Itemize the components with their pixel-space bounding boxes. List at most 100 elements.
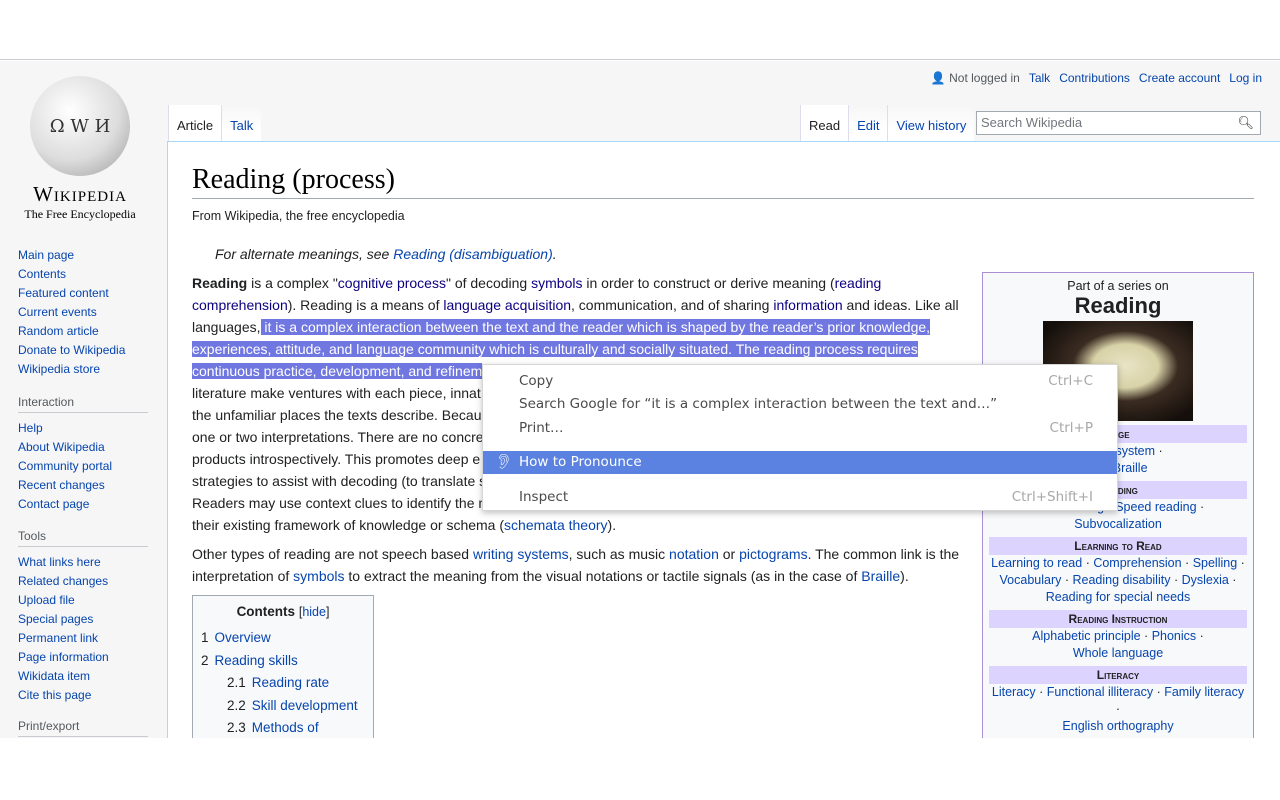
sidebar-item-community[interactable]: Community portal <box>18 459 112 473</box>
infobox-link[interactable]: Phonics <box>1152 629 1196 643</box>
tab-view-history[interactable]: View history <box>887 105 975 141</box>
link-pictograms[interactable]: pictograms <box>739 546 807 562</box>
text: in order to construct or derive meaning … <box>582 275 835 291</box>
sidebar-item-contact[interactable]: Contact page <box>18 497 89 511</box>
toc-title: Contents <box>236 604 296 619</box>
menu-item-inspect[interactable]: Inspect Ctrl+Shift+I <box>483 485 1117 509</box>
infobox-link[interactable]: Reading disability <box>1072 573 1170 587</box>
sidebar-interaction: Interaction Help About Wikipedia Communi… <box>18 395 148 514</box>
menu-label: Copy <box>519 372 554 389</box>
infobox-link[interactable]: Literacy <box>992 685 1036 699</box>
toc-number: 1 <box>201 630 209 645</box>
menu-shortcut: Ctrl+Shift+I <box>1011 488 1093 505</box>
hatnote-text: For alternate meanings, see <box>215 246 394 262</box>
sidebar-item-help[interactable]: Help <box>18 421 43 435</box>
infobox-link[interactable]: Alphabetic principle <box>1032 629 1140 643</box>
link-information[interactable]: information <box>773 297 842 313</box>
toc-item[interactable]: 2.3Methods of reading <box>201 717 365 738</box>
infobox-link[interactable]: Whole language <box>1073 646 1163 660</box>
menu-item-search-google[interactable]: Search Google for “it is a complex inter… <box>483 393 1117 417</box>
sidebar-item-upload[interactable]: Upload file <box>18 593 75 607</box>
toc-item[interactable]: 2.2 Skill development <box>201 695 365 718</box>
toc-link[interactable]: Skill development <box>252 698 358 713</box>
disambiguation-link[interactable]: Reading (disambiguation) <box>393 246 553 262</box>
create-account-link[interactable]: Create account <box>1139 71 1220 85</box>
text-line: one or two interpretations. There are no… <box>192 429 484 445</box>
toc-link[interactable]: Reading skills <box>215 653 298 668</box>
tab-edit[interactable]: Edit <box>848 105 888 141</box>
sidebar-navigation: Main page Contents Featured content Curr… <box>18 246 148 379</box>
sidebar-item-donate[interactable]: Donate to Wikipedia <box>18 343 125 357</box>
infobox-link[interactable]: Speed reading <box>1115 500 1196 514</box>
contributions-link[interactable]: Contributions <box>1059 71 1130 85</box>
sidebar-item-special-pages[interactable]: Special pages <box>18 612 93 626</box>
menu-item-copy[interactable]: Copy Ctrl+C <box>483 369 1117 393</box>
toc-link[interactable]: Overview <box>215 630 271 645</box>
menu-shortcut: Ctrl+C <box>1048 372 1093 389</box>
not-logged-in-text: Not logged in <box>949 71 1020 85</box>
search-icon[interactable]: 🔍︎ <box>1237 115 1254 131</box>
menu-label: How to Pronounce <box>519 454 642 471</box>
link-notation[interactable]: notation <box>669 546 719 562</box>
infobox-link[interactable]: Dyslexia <box>1182 573 1229 587</box>
infobox-link[interactable]: English orthography <box>1062 719 1173 733</box>
infobox-link[interactable]: Spelling <box>1193 556 1237 570</box>
link-language-acquisition[interactable]: language acquisition <box>443 297 571 313</box>
sidebar-item-wikidata[interactable]: Wikidata item <box>18 669 90 683</box>
talk-link[interactable]: Talk <box>1029 71 1050 85</box>
sidebar-item-contents[interactable]: Contents <box>18 267 66 281</box>
sidebar-item-what-links-here[interactable]: What links here <box>18 555 101 569</box>
sidebar-item-page-info[interactable]: Page information <box>18 650 109 664</box>
log-in-link[interactable]: Log in <box>1229 71 1262 85</box>
tab-read[interactable]: Read <box>800 105 849 141</box>
link-symbols[interactable]: symbols <box>531 275 582 291</box>
link-braille[interactable]: Braille <box>861 568 900 584</box>
toc-item[interactable]: 2 Reading skills <box>201 650 365 673</box>
wikipedia-logo[interactable]: Ω W И Wikipedia The Free Encyclopedia <box>18 76 142 222</box>
menu-item-print[interactable]: Print… Ctrl+P <box>483 416 1117 440</box>
search-placeholder: Search Wikipedia <box>981 115 1083 130</box>
tools-heading: Tools <box>18 529 148 547</box>
link-symbols[interactable]: symbols <box>293 568 344 584</box>
ear-icon: 👂︎ <box>495 454 513 471</box>
sidebar-item-recent-changes[interactable]: Recent changes <box>18 478 105 492</box>
toc-link[interactable]: Reading rate <box>252 675 329 690</box>
link-writing-systems[interactable]: writing systems <box>473 546 569 562</box>
personal-tools: 👤 Not logged in Talk Contributions Creat… <box>931 71 1262 85</box>
infobox-link[interactable]: Vocabulary <box>1000 573 1062 587</box>
toc-hide-link[interactable]: hide <box>302 605 326 619</box>
sidebar-item-related-changes[interactable]: Related changes <box>18 574 108 588</box>
tab-talk[interactable]: Talk <box>221 105 262 141</box>
infobox-link[interactable]: Reading for special needs <box>1046 590 1191 604</box>
infobox-title: Reading <box>1074 293 1162 318</box>
not-logged-in: 👤 Not logged in <box>931 71 1020 85</box>
toc-number: 2.3 <box>227 720 246 735</box>
link-schemata-theory[interactable]: schemata theory <box>504 517 608 533</box>
search-input[interactable]: Search Wikipedia 🔍︎ <box>976 111 1261 135</box>
toc-item[interactable]: 1 Overview <box>201 627 365 650</box>
sidebar-item-store[interactable]: Wikipedia store <box>18 362 100 376</box>
sidebar-item-random[interactable]: Random article <box>18 324 99 338</box>
menu-item-how-to-pronounce[interactable]: 👂︎ How to Pronounce <box>483 450 1117 474</box>
toc-item[interactable]: 2.1 Reading rate <box>201 672 365 695</box>
sidebar-item-permanent-link[interactable]: Permanent link <box>18 631 98 645</box>
link-cognitive-process[interactable]: cognitive process <box>338 275 446 291</box>
menu-separator <box>483 474 1117 485</box>
sidebar-item-current-events[interactable]: Current events <box>18 305 97 319</box>
infobox-link[interactable]: Subvocalization <box>1074 517 1162 531</box>
tab-article[interactable]: Article <box>168 105 222 141</box>
text: or <box>718 546 740 562</box>
logo-tagline: The Free Encyclopedia <box>24 207 136 221</box>
infobox-link[interactable]: Comprehension <box>1093 556 1181 570</box>
infobox-link[interactable]: Functional illiteracy <box>1047 685 1153 699</box>
table-of-contents: Contents [hide] 1 Overview 2 Reading skill… <box>192 595 374 738</box>
infobox-header: Literacy <box>989 666 1247 684</box>
sidebar-item-about[interactable]: About Wikipedia <box>18 440 105 454</box>
sidebar-item-featured[interactable]: Featured content <box>18 286 109 300</box>
sidebar-item-main-page[interactable]: Main page <box>18 248 74 262</box>
sidebar-item-cite[interactable]: Cite this page <box>18 688 91 702</box>
text-line: Readers may use context clues to identif… <box>192 495 491 511</box>
infobox-link[interactable]: Family literacy <box>1164 685 1244 699</box>
infobox-link[interactable]: Learning to read <box>991 556 1082 570</box>
print-heading[interactable]: Print/export <box>18 719 148 737</box>
